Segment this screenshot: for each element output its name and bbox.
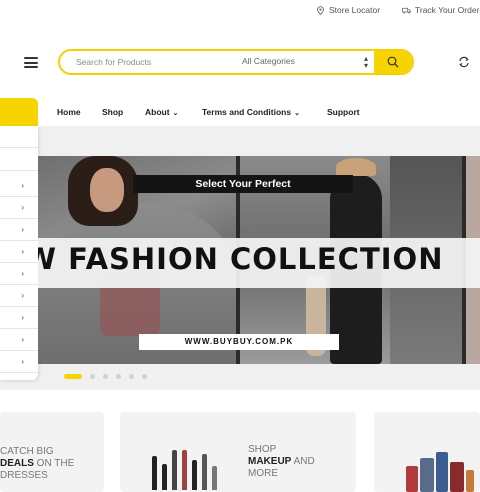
chevron-right-icon: ›: [21, 225, 24, 234]
browse-categories-button[interactable]: [0, 98, 38, 126]
nav-item-shop-label: Shop: [102, 107, 124, 117]
chevron-right-icon: ›: [21, 247, 24, 256]
truck-icon: [402, 7, 411, 13]
search-input[interactable]: [76, 55, 216, 69]
top-bar: Store Locator Track Your Order: [0, 0, 480, 23]
makeup-brushes-image: [150, 440, 220, 490]
slider-pagination: [64, 372, 147, 380]
promo-makeup-line1: SHOP: [248, 444, 277, 455]
nav-item-about-label: About: [145, 107, 170, 117]
nav-item-terms[interactable]: Terms and Conditions ⌄: [202, 107, 300, 117]
promo-card-fragrance[interactable]: [374, 412, 480, 492]
nav-item-support-label: Support: [327, 107, 360, 117]
promo-card-makeup[interactable]: SHOP MAKEUP AND MORE: [120, 412, 356, 492]
sidebar-category-item[interactable]: ›: [0, 241, 38, 263]
search-button[interactable]: [374, 51, 412, 73]
track-order-label: Track Your Order: [415, 5, 480, 15]
store-locator-label: Store Locator: [329, 5, 381, 15]
promo-makeup-rest: AND: [291, 456, 315, 467]
track-order-link[interactable]: Track Your Order: [402, 5, 479, 15]
search-bar: All Categories ▴▾: [58, 49, 414, 75]
category-select-value: All Categories: [242, 56, 295, 66]
main-nav: Home Shop About ⌄ Terms and Conditions ⌄ S…: [0, 98, 480, 126]
nav-item-home[interactable]: Home: [57, 107, 81, 117]
slider-dot[interactable]: [142, 373, 147, 379]
main-header: All Categories ▴▾: [0, 22, 480, 100]
fragrance-bottles-image: [404, 446, 474, 492]
location-pin-icon: [317, 5, 324, 15]
slider-dot[interactable]: [129, 373, 134, 379]
category-select[interactable]: All Categories ▴ ▾: [242, 54, 372, 70]
chevron-right-icon: ›: [21, 335, 24, 344]
sidebar-category-item[interactable]: [0, 149, 38, 171]
sidebar-category-item[interactable]: ›: [0, 307, 38, 329]
sidebar-category-item[interactable]: ›: [0, 197, 38, 219]
sidebar-category-item[interactable]: ›: [0, 285, 38, 307]
slider-dot-active[interactable]: [64, 373, 82, 379]
promo-makeup-text: SHOP MAKEUP AND MORE: [248, 444, 315, 480]
sidebar-category-item[interactable]: ›: [0, 263, 38, 285]
chevron-right-icon: ›: [21, 313, 24, 322]
category-sidebar: › › › › › › › › ›: [0, 126, 38, 380]
hero-banner[interactable]: Select Your Perfect W FASHION COLLECTION…: [38, 156, 480, 364]
compare-icon[interactable]: [458, 56, 470, 68]
nav-item-about[interactable]: About ⌄: [145, 107, 178, 117]
sidebar-category-item[interactable]: [0, 126, 38, 148]
sidebar-category-item[interactable]: ›: [0, 351, 38, 373]
slider-dot[interactable]: [90, 373, 95, 379]
sidebar-category-item[interactable]: ›: [0, 175, 38, 197]
promo-card-dresses[interactable]: CATCH BIG DEALS ON THE DRESSES: [0, 412, 104, 492]
promo-dresses-line3: DRESSES: [0, 470, 48, 481]
promo-dresses-rest: ON THE: [33, 458, 75, 469]
chevron-down-icon: ⌄: [294, 110, 300, 117]
chevron-right-icon: ›: [21, 203, 24, 212]
search-icon: [387, 56, 399, 68]
slider-dot[interactable]: [103, 373, 108, 379]
nav-item-home-label: Home: [57, 107, 81, 117]
promo-dresses-text: CATCH BIG DEALS ON THE DRESSES: [0, 446, 74, 482]
chevron-right-icon: ›: [21, 357, 24, 366]
nav-item-shop[interactable]: Shop: [102, 107, 123, 117]
select-arrows-icon: ▴ ▾: [363, 54, 368, 70]
chevron-down-icon: ⌄: [172, 110, 179, 117]
chevron-right-icon: ›: [21, 181, 24, 190]
banner-url: WWW.BUYBUY.COM.PK: [139, 334, 339, 350]
banner-headline: W FASHION COLLECTION: [38, 242, 444, 276]
sidebar-category-item[interactable]: ›: [0, 219, 38, 241]
sidebar-category-item[interactable]: ›: [0, 329, 38, 351]
nav-item-support[interactable]: Support: [327, 107, 360, 117]
promo-makeup-line3: MORE: [248, 468, 278, 479]
promo-dresses-bold: DEALS: [0, 458, 34, 469]
nav-item-terms-label: Terms and Conditions: [202, 107, 292, 117]
chevron-right-icon: ›: [21, 291, 24, 300]
store-locator-link[interactable]: Store Locator: [316, 5, 380, 15]
menu-icon[interactable]: [24, 57, 38, 68]
chevron-right-icon: ›: [21, 269, 24, 278]
promo-makeup-bold: MAKEUP: [248, 456, 292, 467]
promo-dresses-line1: CATCH BIG: [0, 446, 54, 457]
banner-tagline: Select Your Perfect: [133, 175, 353, 193]
slider-dot[interactable]: [116, 373, 121, 379]
